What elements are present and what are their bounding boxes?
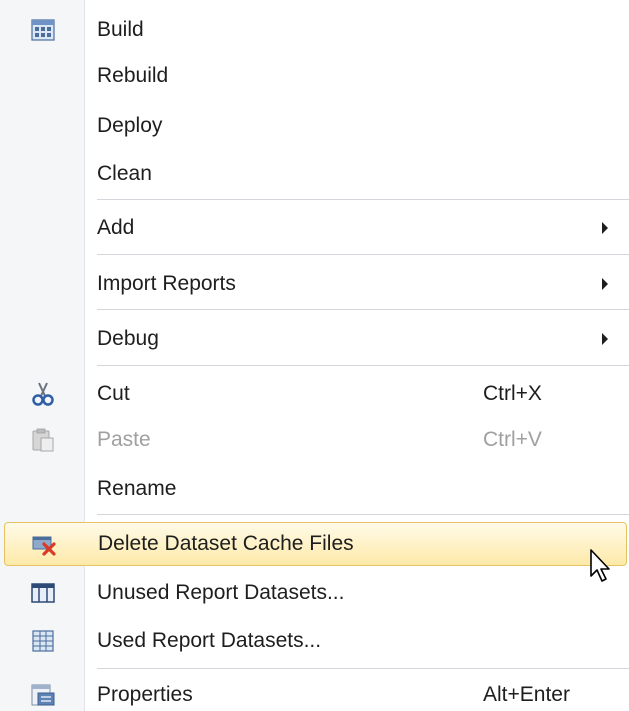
menu-item-label: Clean — [97, 162, 152, 185]
menu-item-unused-report-datasets[interactable]: Unused Report Datasets... — [0, 571, 629, 615]
menu-item-add[interactable]: Add — [0, 206, 629, 250]
menu-item-used-report-datasets[interactable]: Used Report Datasets... — [0, 619, 629, 663]
submenu-arrow-icon — [602, 278, 608, 290]
menu-item-debug[interactable]: Debug — [0, 317, 629, 361]
shortcut-text: Ctrl+X — [483, 382, 542, 405]
delete-cache-icon — [32, 536, 56, 556]
menu-item-label: Paste — [97, 428, 151, 451]
menu-item-rename[interactable]: Rename — [0, 467, 629, 511]
menu-item-label: Build — [97, 18, 144, 41]
menu-separator — [97, 199, 629, 201]
shortcut-text: Ctrl+V — [483, 428, 542, 451]
menu-item-label: Deploy — [97, 114, 163, 137]
menu-item-build[interactable]: Build — [0, 8, 629, 52]
scissors-icon — [32, 382, 54, 406]
menu-item-label: Rebuild — [97, 64, 169, 87]
menu-item-import-reports[interactable]: Import Reports — [0, 262, 629, 306]
menu-item-label: Used Report Datasets... — [97, 629, 322, 652]
menu-item-label: Unused Report Datasets... — [97, 581, 345, 604]
menu-item-label: Rename — [97, 477, 177, 500]
submenu-arrow-icon — [602, 333, 608, 345]
menu-separator — [97, 365, 629, 367]
context-menu: Build Rebuild Deploy Clean Add Import Re… — [0, 0, 629, 711]
mouse-cursor-icon — [590, 549, 610, 582]
properties-icon — [31, 684, 55, 706]
menu-separator — [97, 254, 629, 256]
menu-item-rebuild[interactable]: Rebuild — [0, 54, 629, 98]
menu-item-label: Delete Dataset Cache Files — [98, 532, 354, 555]
menu-separator — [97, 514, 629, 516]
menu-item-label: Cut — [97, 382, 130, 405]
menu-item-cut[interactable]: Cut Ctrl+X — [0, 372, 629, 416]
menu-separator — [97, 309, 629, 311]
menu-item-label: Import Reports — [97, 272, 236, 295]
menu-item-label: Add — [97, 216, 135, 239]
build-icon — [31, 19, 55, 41]
menu-item-properties[interactable]: Properties Alt+Enter — [0, 673, 629, 711]
submenu-arrow-icon — [602, 222, 608, 234]
menu-item-delete-dataset-cache-files[interactable]: Delete Dataset Cache Files — [4, 522, 627, 566]
menu-item-label: Properties — [97, 683, 193, 706]
menu-item-label: Debug — [97, 327, 159, 350]
menu-item-paste: Paste Ctrl+V — [0, 418, 629, 462]
menu-separator — [97, 668, 629, 670]
paste-icon — [32, 428, 54, 452]
unused-datasets-icon — [31, 583, 55, 603]
shortcut-text: Alt+Enter — [483, 683, 570, 706]
menu-item-clean[interactable]: Clean — [0, 152, 629, 196]
used-datasets-icon — [32, 630, 54, 652]
menu-item-deploy[interactable]: Deploy — [0, 104, 629, 148]
